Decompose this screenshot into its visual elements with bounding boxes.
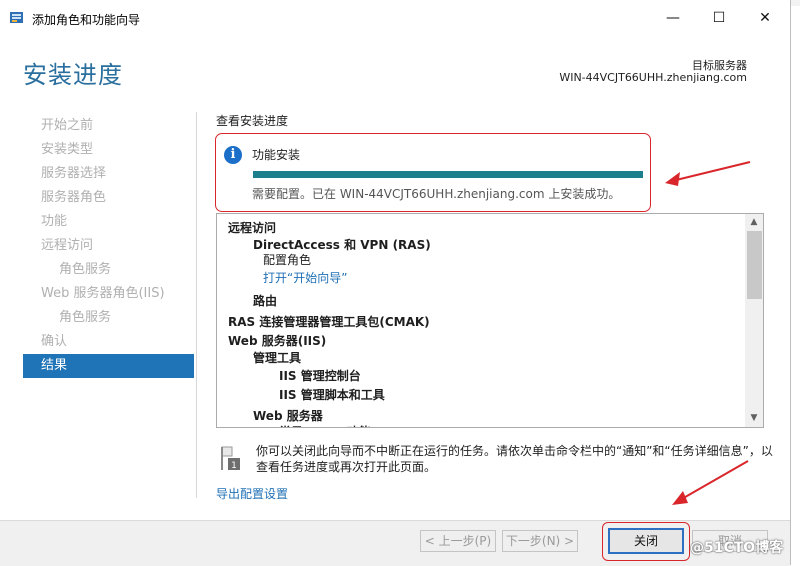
nav-item[interactable]: 开始之前: [23, 114, 194, 138]
result-item: 常见 HTTP 功能: [279, 423, 371, 427]
result-item: 配置角色: [263, 253, 312, 267]
previous-button[interactable]: < 上一步(P): [420, 530, 496, 552]
notification-flag-icon: 1: [221, 446, 240, 471]
watermark: @51CTO博客: [690, 540, 784, 556]
svg-text:1: 1: [231, 461, 237, 471]
result-item: 管理工具: [253, 351, 302, 365]
notice-text: 你可以关闭此向导而不中断正在运行的任务。请依次单击命令栏中的“通知”和“任务详细…: [256, 444, 773, 474]
scrollbar-thumb[interactable]: [747, 231, 762, 299]
nav-item[interactable]: 结果: [23, 354, 194, 378]
result-item: 路由: [253, 294, 278, 308]
annotation-highlight-box: [215, 133, 651, 212]
install-results-list[interactable]: 远程访问 DirectAccess 和 VPN (RAS) 配置角色 打开“开始向导”…: [216, 213, 764, 428]
nav-item[interactable]: 角色服务: [23, 306, 194, 330]
result-link[interactable]: 打开“开始向导”: [263, 269, 347, 286]
nav-item[interactable]: 远程访问: [23, 234, 194, 258]
nav-item[interactable]: Web 服务器角色(IIS): [23, 282, 194, 306]
scroll-down-icon[interactable]: ▼: [745, 410, 763, 427]
maximize-icon: ☐: [712, 10, 726, 26]
nav-divider: [196, 112, 197, 498]
result-item: IIS 管理控制台: [279, 369, 361, 383]
maximize-button[interactable]: ☐: [696, 5, 742, 31]
title-bar[interactable]: 添加角色和功能向导 — ☐ ✕: [0, 5, 790, 31]
close-icon: ✕: [759, 10, 771, 26]
result-item: RAS 连接管理器管理工具包(CMAK): [228, 315, 430, 329]
nav-item[interactable]: 安装类型: [23, 138, 194, 162]
page-title: 安装进度: [23, 61, 123, 89]
nav-item[interactable]: 确认: [23, 330, 194, 354]
annotation-highlight-box: [602, 522, 690, 561]
close-window-button[interactable]: ✕: [742, 5, 788, 31]
result-item: Web 服务器(IIS): [228, 334, 327, 348]
result-item: Web 服务器: [253, 409, 323, 423]
scroll-up-icon[interactable]: ▲: [745, 214, 763, 231]
next-button[interactable]: 下一步(N) >: [502, 530, 578, 552]
result-item: IIS 管理脚本和工具: [279, 388, 385, 402]
server-manager-icon: [10, 12, 23, 23]
nav-item[interactable]: 服务器角色: [23, 186, 194, 210]
wizard-window: 添加角色和功能向导 — ☐ ✕ 安装进度 目标服务器 WIN-44VCJT66U…: [0, 0, 791, 566]
minimize-icon: —: [666, 10, 680, 26]
nav-item[interactable]: 角色服务: [23, 258, 194, 282]
export-config-link[interactable]: 导出配置设置: [216, 485, 288, 502]
nav-item[interactable]: 服务器选择: [23, 162, 194, 186]
nav-item[interactable]: 功能: [23, 210, 194, 234]
section-label: 查看安装进度: [216, 114, 289, 128]
window-title: 添加角色和功能向导: [32, 13, 141, 27]
minimize-button[interactable]: —: [650, 5, 696, 31]
destination-server-name: WIN-44VCJT66UHH.zhenjiang.com: [559, 71, 747, 84]
result-item: 远程访问: [228, 221, 277, 235]
